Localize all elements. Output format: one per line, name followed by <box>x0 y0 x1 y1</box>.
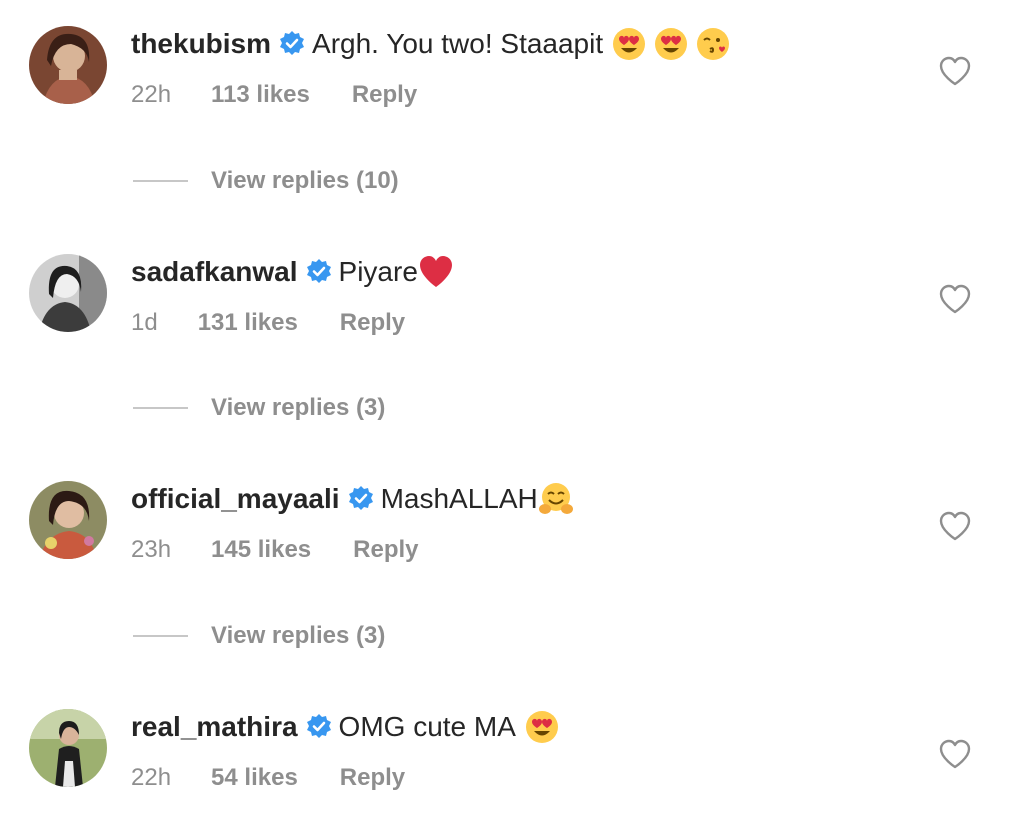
verified-badge-icon <box>278 30 306 58</box>
red-heart-emoji <box>418 254 454 290</box>
comment-item: thekubism Argh. You two! Staaapit 22h 11… <box>0 0 1024 120</box>
divider <box>133 635 188 637</box>
divider <box>133 407 188 409</box>
heart-eyes-emoji <box>653 26 689 62</box>
verified-badge-icon <box>305 713 333 741</box>
comment-item: sadafkanwal Piyare 1d 131 likes Reply <box>0 228 1024 348</box>
likes-count[interactable]: 113 likes <box>211 81 310 109</box>
username[interactable]: real_mathira <box>131 711 298 743</box>
likes-count[interactable]: 54 likes <box>211 764 298 792</box>
reply-button[interactable]: Reply <box>340 309 405 337</box>
comment-time: 23h <box>131 536 172 563</box>
like-heart-icon[interactable] <box>938 283 972 315</box>
reply-button[interactable]: Reply <box>353 536 418 564</box>
comment-time: 22h <box>131 81 172 108</box>
comment-text: MashALLAH <box>380 483 538 514</box>
hugging-emoji <box>538 481 574 517</box>
like-heart-icon[interactable] <box>938 738 972 770</box>
heart-eyes-emoji <box>611 26 647 62</box>
like-heart-icon[interactable] <box>938 510 972 542</box>
comment-time: 1d <box>131 309 158 336</box>
username[interactable]: sadafkanwal <box>131 256 298 288</box>
like-heart-icon[interactable] <box>938 55 972 87</box>
view-replies-label: View replies (3) <box>211 394 386 421</box>
avatar[interactable] <box>29 709 107 787</box>
comment-text: Argh. You two! Staaapit <box>312 28 604 59</box>
view-replies-label: View replies (3) <box>211 622 386 649</box>
likes-count[interactable]: 145 likes <box>211 536 311 564</box>
comment-text: OMG cute MA <box>338 711 516 742</box>
divider <box>133 180 188 182</box>
comment-item: official_mayaali MashALLAH 23h 145 likes… <box>0 455 1024 575</box>
heart-eyes-emoji <box>524 709 560 745</box>
username[interactable]: official_mayaali <box>131 483 340 515</box>
view-replies-button[interactable]: View replies (3) <box>133 393 385 423</box>
avatar[interactable] <box>29 254 107 332</box>
reply-button[interactable]: Reply <box>340 764 405 792</box>
view-replies-button[interactable]: View replies (3) <box>133 621 385 651</box>
comment-time: 22h <box>131 764 172 791</box>
avatar[interactable] <box>29 26 107 104</box>
verified-badge-icon <box>305 258 333 286</box>
avatar[interactable] <box>29 481 107 559</box>
kissing-wink-emoji <box>695 26 731 62</box>
likes-count[interactable]: 131 likes <box>198 309 298 337</box>
username[interactable]: thekubism <box>131 28 271 60</box>
reply-button[interactable]: Reply <box>352 81 417 109</box>
comment-text: Piyare <box>338 256 418 287</box>
view-replies-label: View replies (10) <box>211 167 399 194</box>
view-replies-button[interactable]: View replies (10) <box>133 166 399 196</box>
verified-badge-icon <box>347 485 375 513</box>
comment-item: real_mathira OMG cute MA 22h 54 likes Re… <box>0 683 1024 803</box>
